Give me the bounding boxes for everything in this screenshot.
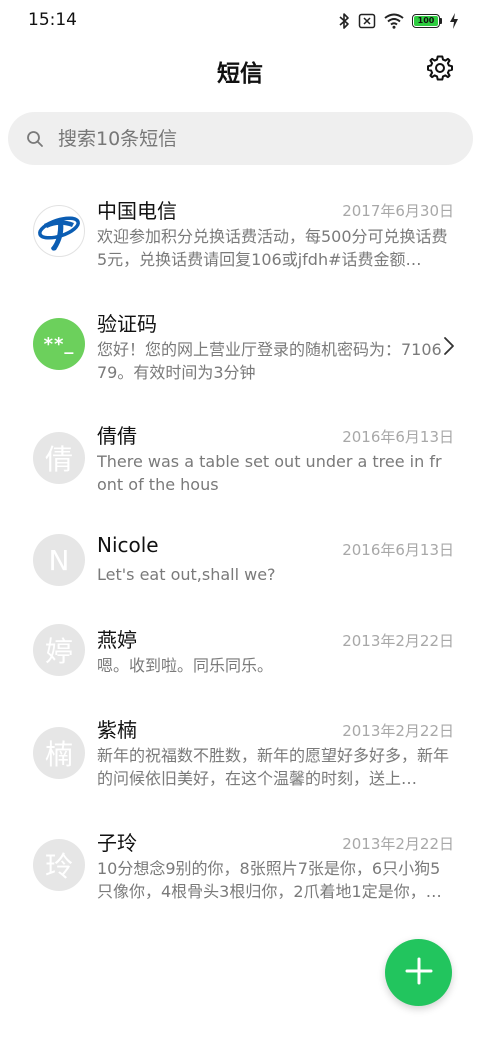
conversation-name: 燕婷 [97,628,137,652]
chevron-right-icon [442,336,456,356]
status-time: 15:14 [28,10,77,30]
conversation-snippet: 欢迎参加积分兑换话费活动，每500分可兑换话费5元，兑换话费请回复106或jfd… [97,227,448,269]
conversation-name: 验证码 [97,312,157,336]
avatar: 楠 [33,727,85,779]
conversation-snippet: 新年的祝福数不胜数，新年的愿望好多好多，新年的问候依旧美好，在这个温馨的时刻，送… [97,746,449,788]
conversation-date: 2016年6月13日 [342,428,454,446]
battery-icon: 100 [412,14,442,28]
avatar: 婷 [33,624,85,676]
conversation-item[interactable]: 楠 紫楠 2013年2月22日 新年的祝福数不胜数，新年的愿望好多好多，新年的问… [0,700,480,805]
bluetooth-icon [338,12,350,30]
conversation-item[interactable]: 中国电信 2017年6月30日 欢迎参加积分兑换话费活动，每500分可兑换话费5… [0,180,480,285]
conversation-snippet: 嗯。收到啦。同乐同乐。 [97,656,274,675]
conversation-snippet: 您好！您的网上营业厅登录的随机密码为：710679。有效时间为3分钟 [97,340,442,382]
plus-icon [404,956,434,990]
conversation-date: 2013年2月22日 [342,722,454,740]
avatar: **_ [33,318,85,370]
status-icons: 100 [338,10,458,32]
header: 短信 [0,40,480,102]
conversation-snippet: There was a table set out under a tree i… [97,452,442,494]
avatar: 玲 [33,839,85,891]
conversation-date: 2016年6月13日 [342,541,454,559]
china-telecom-logo [33,205,85,257]
conversation-date: 2017年6月30日 [342,202,454,220]
conversation-item[interactable]: 玲 子玲 2013年2月22日 10分想念9别的你，8张照片7张是你，6只小狗5… [0,813,480,918]
no-sim-icon [358,13,376,29]
conversation-item[interactable]: **_ 验证码 您好！您的网上营业厅登录的随机密码为：710679。有效时间为3… [0,293,480,398]
page-title: 短信 [217,61,263,87]
conversation-date: 2013年2月22日 [342,835,454,853]
conversation-name: Nicole [97,533,159,557]
conversation-item[interactable]: N Nicole 2016年6月13日 Let's eat out,shall … [0,519,480,609]
search-icon [26,130,44,148]
battery-level: 100 [414,16,438,26]
conversation-date: 2013年2月22日 [342,632,454,650]
avatar: N [33,534,85,586]
avatar: 倩 [33,432,85,484]
conversation-name: 倩倩 [97,424,137,448]
conversation-item[interactable]: 倩 倩倩 2016年6月13日 There was a table set ou… [0,406,480,511]
settings-button[interactable] [426,54,454,82]
new-message-button[interactable] [385,939,452,1006]
conversation-snippet: 10分想念9别的你，8张照片7张是你，6只小狗5只像你，4根骨头3根归你，2爪着… [97,859,442,901]
conversation-name: 中国电信 [97,199,177,223]
search-bar[interactable] [8,112,473,165]
wifi-icon [384,13,404,29]
conversation-name: 紫楠 [97,718,137,742]
conversation-item[interactable]: 婷 燕婷 2013年2月22日 嗯。收到啦。同乐同乐。 [0,610,480,695]
search-input[interactable] [58,127,438,150]
conversation-name: 子玲 [97,831,137,855]
gear-icon [426,55,454,86]
status-bar: 15:14 100 [0,0,480,40]
conversation-snippet: Let's eat out,shall we? [97,565,276,584]
charging-icon [450,13,458,29]
